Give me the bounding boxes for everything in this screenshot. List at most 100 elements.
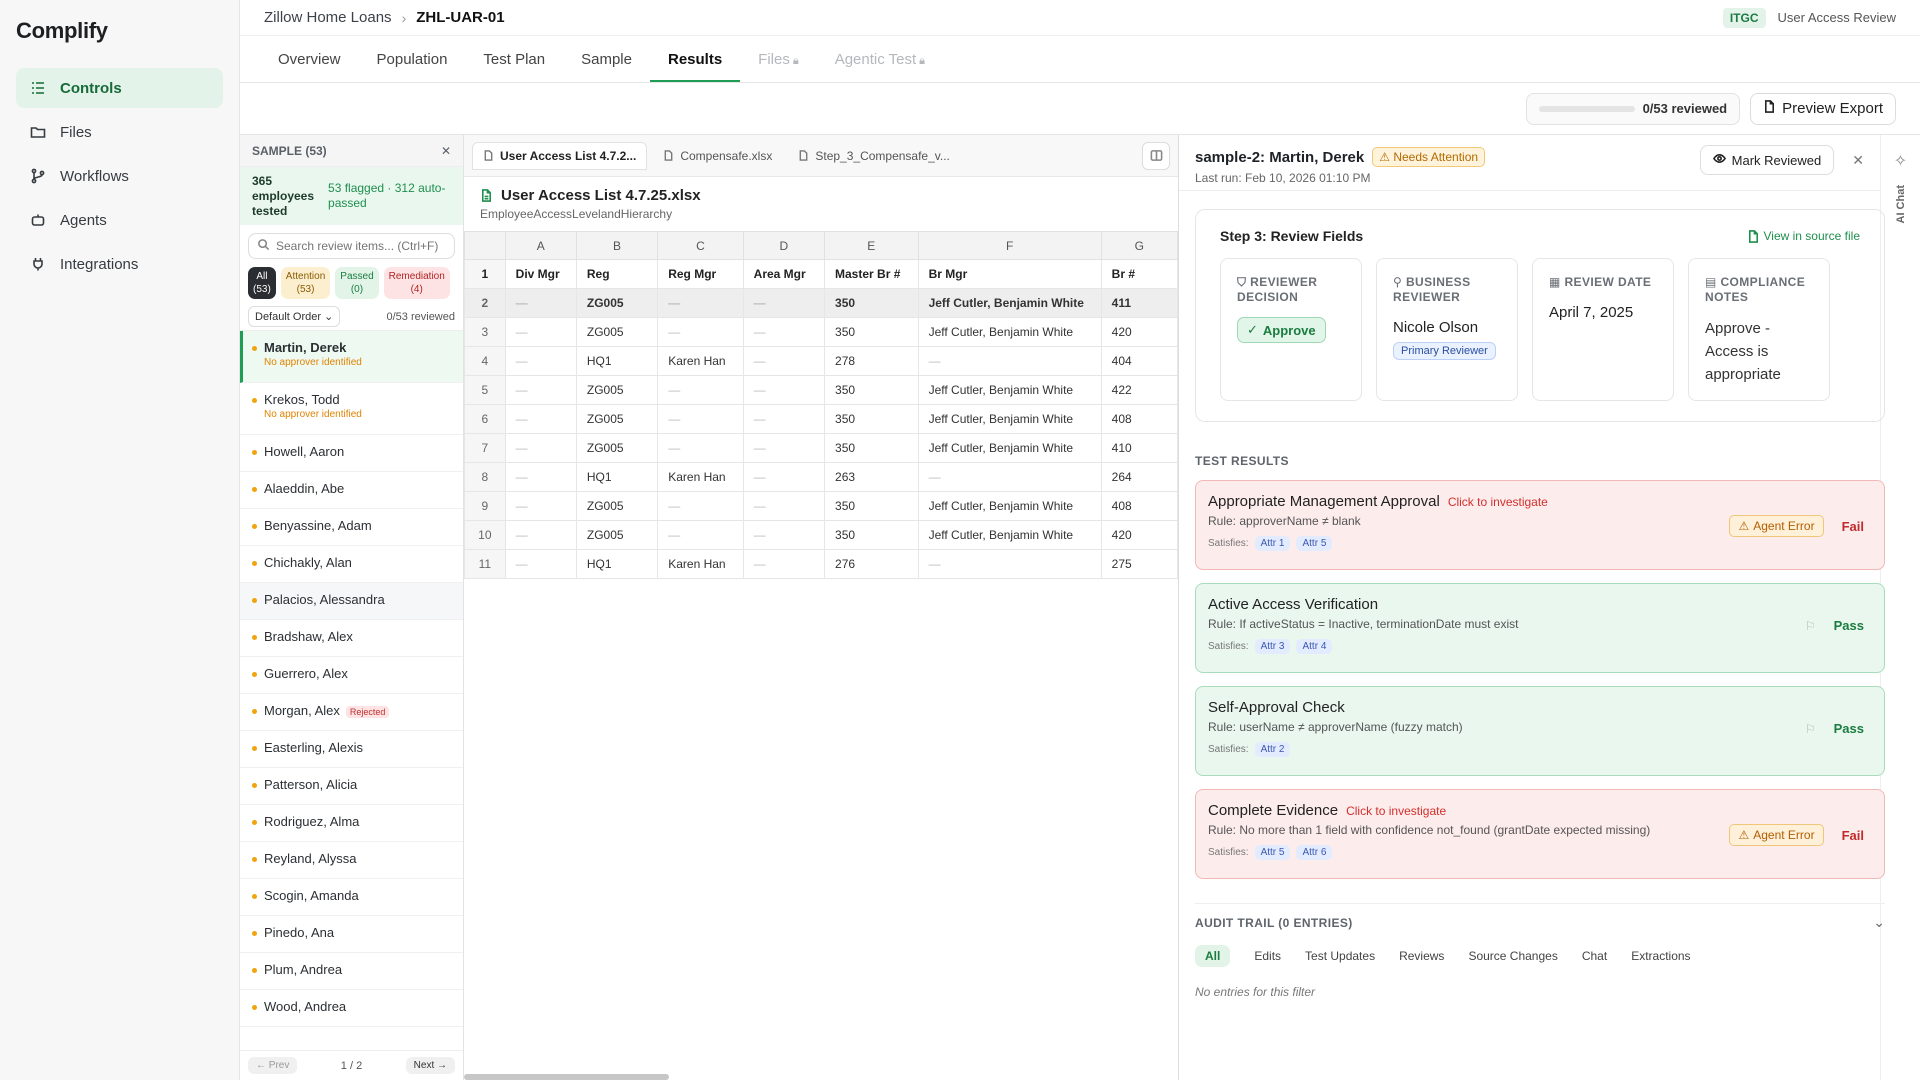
column-header[interactable]: C	[657, 231, 744, 260]
sheet-cell[interactable]: ZG005	[575, 317, 659, 347]
list-item[interactable]: Plum, Andrea	[240, 953, 463, 990]
row-number[interactable]: 5	[464, 375, 506, 405]
sheet-cell[interactable]: ZG005	[575, 433, 659, 463]
sheet-cell[interactable]: ZG005	[575, 491, 659, 521]
sheet-cell[interactable]: Br Mgr	[917, 259, 1102, 289]
row-number[interactable]: 6	[464, 404, 506, 434]
flag-icon[interactable]: ⚐	[1805, 619, 1816, 633]
sheet-cell[interactable]: —	[742, 462, 826, 492]
list-item[interactable]: Palacios, Alessandra	[240, 583, 463, 620]
audit-tab[interactable]: Chat	[1582, 949, 1607, 963]
filter-passed[interactable]: Passed (0)	[335, 267, 379, 299]
test-result-card[interactable]: Complete Evidence Click to investigate Rul…	[1195, 789, 1885, 879]
column-header[interactable]: E	[824, 231, 919, 260]
close-icon[interactable]: ✕	[1852, 152, 1864, 169]
sheet-cell[interactable]: 350	[824, 288, 919, 318]
list-item[interactable]: Chichakly, Alan	[240, 546, 463, 583]
sheet-cell[interactable]: 278	[824, 346, 919, 376]
audit-tab[interactable]: Reviews	[1399, 949, 1444, 963]
sheet-cell[interactable]: Karen Han	[657, 549, 744, 579]
sheet-cell[interactable]: —	[742, 288, 826, 318]
file-tab[interactable]: Step_3_Compensafe_v...	[788, 143, 960, 169]
audit-trail-header[interactable]: AUDIT TRAIL (0 ENTRIES) ⌄	[1195, 903, 1885, 931]
sheet-cell[interactable]: 264	[1100, 462, 1179, 492]
sheet-cell[interactable]: 350	[824, 491, 919, 521]
sheet-cell[interactable]: —	[504, 462, 577, 492]
sheet-cell[interactable]: ZG005	[575, 520, 659, 550]
sheet-cell[interactable]: —	[742, 346, 826, 376]
sheet-cell[interactable]: —	[742, 433, 826, 463]
horizontal-scrollbar[interactable]	[464, 1074, 669, 1080]
sheet-cell[interactable]: Br #	[1100, 259, 1179, 289]
sheet-cell[interactable]: Jeff Cutler, Benjamin White	[917, 375, 1102, 405]
sheet-cell[interactable]: 350	[824, 433, 919, 463]
list-item[interactable]: Scogin, Amanda	[240, 879, 463, 916]
view-source-link[interactable]: View in source file	[1747, 229, 1860, 243]
sheet-cell[interactable]: 408	[1100, 404, 1179, 434]
sheet-cell[interactable]: —	[742, 375, 826, 405]
row-number[interactable]: 3	[464, 317, 506, 347]
test-result-card[interactable]: Self-Approval Check Rule: userName ≠ appr…	[1195, 686, 1885, 776]
sheet-cell[interactable]: —	[657, 404, 744, 434]
tab-population[interactable]: Population	[359, 51, 466, 82]
sheet-cell[interactable]: 275	[1100, 549, 1179, 579]
list-item[interactable]: Morgan, Alex Rejected	[240, 694, 463, 731]
sheet-cell[interactable]: —	[504, 288, 577, 318]
list-item[interactable]: Benyassine, Adam	[240, 509, 463, 546]
sheet-cell[interactable]: Jeff Cutler, Benjamin White	[917, 491, 1102, 521]
prev-page-button[interactable]: ← Prev	[248, 1057, 298, 1074]
column-header[interactable]: G	[1100, 231, 1179, 260]
order-select[interactable]: Default Order ⌄	[248, 306, 341, 327]
tab-overview[interactable]: Overview	[260, 51, 359, 82]
sheet-cell[interactable]: Jeff Cutler, Benjamin White	[917, 433, 1102, 463]
sheet-cell[interactable]: Area Mgr	[742, 259, 826, 289]
sheet-cell[interactable]: Master Br #	[824, 259, 919, 289]
sheet-cell[interactable]: 420	[1100, 520, 1179, 550]
sidebar-item-workflows[interactable]: Workflows	[16, 156, 223, 196]
sheet-cell[interactable]: —	[917, 346, 1102, 376]
list-item[interactable]: Reyland, Alyssa	[240, 842, 463, 879]
sheet-cell[interactable]: —	[657, 491, 744, 521]
row-number[interactable]: 9	[464, 491, 506, 521]
sheet-cell[interactable]: —	[742, 549, 826, 579]
sheet-cell[interactable]: Jeff Cutler, Benjamin White	[917, 317, 1102, 347]
audit-tab[interactable]: Edits	[1254, 949, 1281, 963]
sheet-cell[interactable]: Reg Mgr	[657, 259, 744, 289]
preview-export-button[interactable]: Preview Export	[1750, 92, 1896, 125]
sheet-cell[interactable]: —	[504, 549, 577, 579]
sheet-cell[interactable]: —	[504, 317, 577, 347]
sheet-cell[interactable]: 263	[824, 462, 919, 492]
audit-tab[interactable]: Test Updates	[1305, 949, 1375, 963]
sheet-cell[interactable]: —	[742, 404, 826, 434]
audit-tab[interactable]: All	[1195, 945, 1231, 967]
breadcrumb-parent[interactable]: Zillow Home Loans	[264, 9, 392, 26]
sheet-cell[interactable]: —	[504, 520, 577, 550]
column-header[interactable]: B	[575, 231, 659, 260]
sheet-cell[interactable]: Karen Han	[657, 346, 744, 376]
sheet-cell[interactable]: HQ1	[575, 346, 659, 376]
filter-all[interactable]: All (53)	[248, 267, 276, 299]
row-number[interactable]: 10	[464, 520, 506, 550]
sheet-cell[interactable]: 410	[1100, 433, 1179, 463]
row-number[interactable]: 1	[464, 259, 506, 289]
sheet-cell[interactable]: ZG005	[575, 404, 659, 434]
sheet-cell[interactable]: 420	[1100, 317, 1179, 347]
sheet-cell[interactable]: —	[657, 375, 744, 405]
list-item[interactable]: Krekos, Todd No approver identified	[240, 383, 463, 435]
sheet-cell[interactable]: —	[917, 462, 1102, 492]
sheet-cell[interactable]: Reg	[575, 259, 659, 289]
list-item[interactable]: Patterson, Alicia	[240, 768, 463, 805]
sidebar-item-agents[interactable]: Agents	[16, 200, 223, 240]
investigate-link[interactable]: Click to investigate	[1346, 804, 1446, 818]
list-item[interactable]: Guerrero, Alex	[240, 657, 463, 694]
sheet-cell[interactable]: 350	[824, 404, 919, 434]
sheet-cell[interactable]: Karen Han	[657, 462, 744, 492]
sidebar-item-controls[interactable]: Controls	[16, 68, 223, 108]
sheet-cell[interactable]: HQ1	[575, 462, 659, 492]
sheet-cell[interactable]: —	[742, 491, 826, 521]
row-number[interactable]: 7	[464, 433, 506, 463]
investigate-link[interactable]: Click to investigate	[1448, 495, 1548, 509]
sidebar-item-files[interactable]: Files	[16, 112, 223, 152]
filter-attention[interactable]: Attention (53)	[280, 267, 331, 299]
sheet-cell[interactable]: —	[742, 317, 826, 347]
